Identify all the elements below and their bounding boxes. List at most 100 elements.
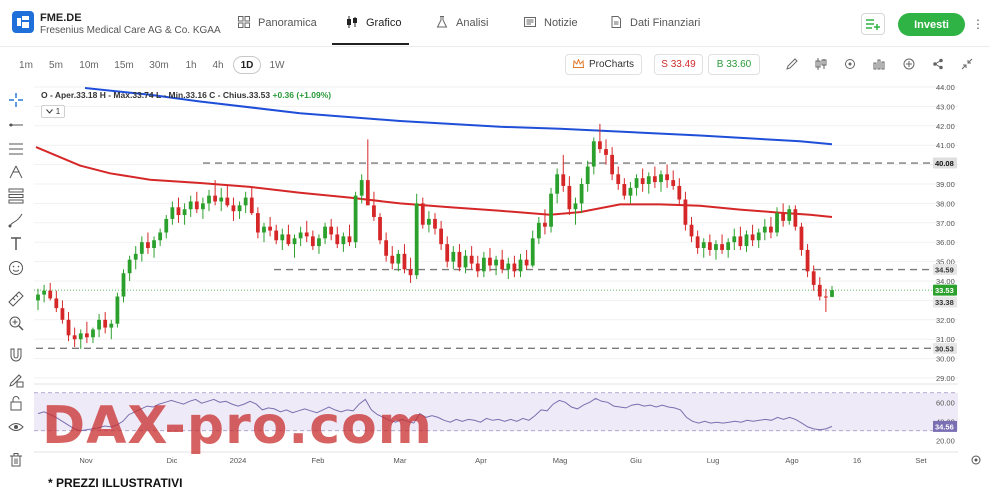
candle-body (598, 141, 602, 150)
candle (481, 251, 486, 278)
candle (414, 193, 419, 280)
candle-body (249, 197, 254, 214)
candle-body (48, 290, 53, 299)
candle (598, 123, 602, 153)
candle-body (616, 174, 621, 184)
candle (518, 253, 523, 278)
candle (237, 201, 242, 219)
candle (109, 319, 114, 340)
candle (536, 216, 541, 245)
candle-body (549, 193, 553, 227)
time-tick-label: Mar (394, 456, 407, 465)
candle (567, 176, 572, 216)
candle (243, 191, 248, 214)
candle-body (115, 296, 120, 324)
candle-body (561, 174, 566, 186)
time-tick-label: 16 (853, 456, 861, 465)
candle (634, 174, 639, 196)
candle (445, 236, 450, 268)
candle (512, 255, 517, 278)
candle-body (518, 259, 523, 272)
moving-averages (35, 87, 833, 218)
candle-body (695, 236, 700, 249)
candle (97, 313, 101, 338)
time-tick-label: Dic (167, 456, 178, 465)
price-change: +0.36 (+1.09%) (272, 90, 332, 100)
candle-body (164, 218, 169, 233)
candle-body (323, 226, 327, 239)
candle-body (182, 209, 187, 216)
settings-icon (971, 455, 981, 465)
candle-body (207, 195, 211, 204)
time-tick-label: Lug (707, 456, 720, 465)
rsi-tick-label: 60.00 (936, 398, 955, 407)
candle-body (500, 259, 505, 270)
candle-body (494, 259, 498, 266)
candle (280, 228, 285, 250)
candle-body (793, 209, 798, 227)
candle-body (310, 236, 315, 247)
candle-body (158, 232, 163, 241)
footnote: * PREZZI ILLUSTRATIVI (48, 476, 183, 490)
legend-toggle-count: 1 (55, 107, 61, 116)
candle (298, 226, 303, 247)
candle-body (298, 232, 303, 239)
legend-toggle-button[interactable]: 1 (41, 105, 65, 118)
candle-body (469, 255, 474, 264)
price-tick-label: 42.00 (936, 122, 955, 131)
candle (604, 139, 608, 165)
candle (610, 147, 615, 181)
candle-body (817, 284, 822, 297)
candle-body (689, 224, 694, 237)
candle-body (188, 201, 193, 210)
candle-body (787, 209, 792, 221)
candle-body (555, 174, 560, 194)
time-tick-label: Giu (630, 456, 642, 465)
candle-body (384, 240, 389, 256)
candle-body (659, 174, 663, 183)
candle (127, 255, 132, 281)
candle (310, 230, 315, 250)
candle-body (317, 238, 321, 247)
candle (66, 312, 71, 342)
candle (341, 232, 346, 252)
candle-body (433, 218, 437, 229)
candle (207, 189, 211, 212)
candle-body (109, 323, 114, 328)
candle-body (445, 244, 450, 262)
candle-body (604, 149, 608, 155)
candle-body (720, 244, 724, 250)
candle (139, 236, 144, 262)
candle-body (194, 201, 199, 210)
candle-body (219, 197, 224, 202)
candle-body (402, 253, 407, 270)
candle-body (78, 333, 83, 340)
candle (439, 220, 444, 250)
candle (726, 238, 731, 258)
candle (591, 137, 596, 175)
ma-mid-line (35, 146, 833, 218)
candle-body (347, 236, 352, 243)
candle (48, 282, 53, 301)
candle-body (60, 308, 65, 320)
candle-body (262, 226, 266, 233)
candle (194, 191, 199, 214)
ohlc-values: O - Aper.33.18 H - Max.33.74 L - Min.33.… (41, 90, 271, 100)
candle-body (543, 222, 547, 227)
candle (286, 224, 291, 247)
candle (78, 329, 83, 349)
candle-body (36, 294, 40, 301)
candle (494, 255, 498, 276)
candle (378, 213, 382, 245)
candle-body (280, 234, 285, 241)
price-tag: 40.08 (935, 159, 954, 168)
price-tag: 30.53 (935, 344, 954, 353)
candle-body (591, 141, 596, 167)
time-tick-label: 2024 (230, 456, 247, 465)
candle-body (420, 203, 425, 225)
candles (36, 123, 834, 349)
candle (805, 244, 810, 278)
candle-body (512, 263, 517, 272)
candle (769, 216, 773, 239)
candle-body (152, 240, 156, 249)
